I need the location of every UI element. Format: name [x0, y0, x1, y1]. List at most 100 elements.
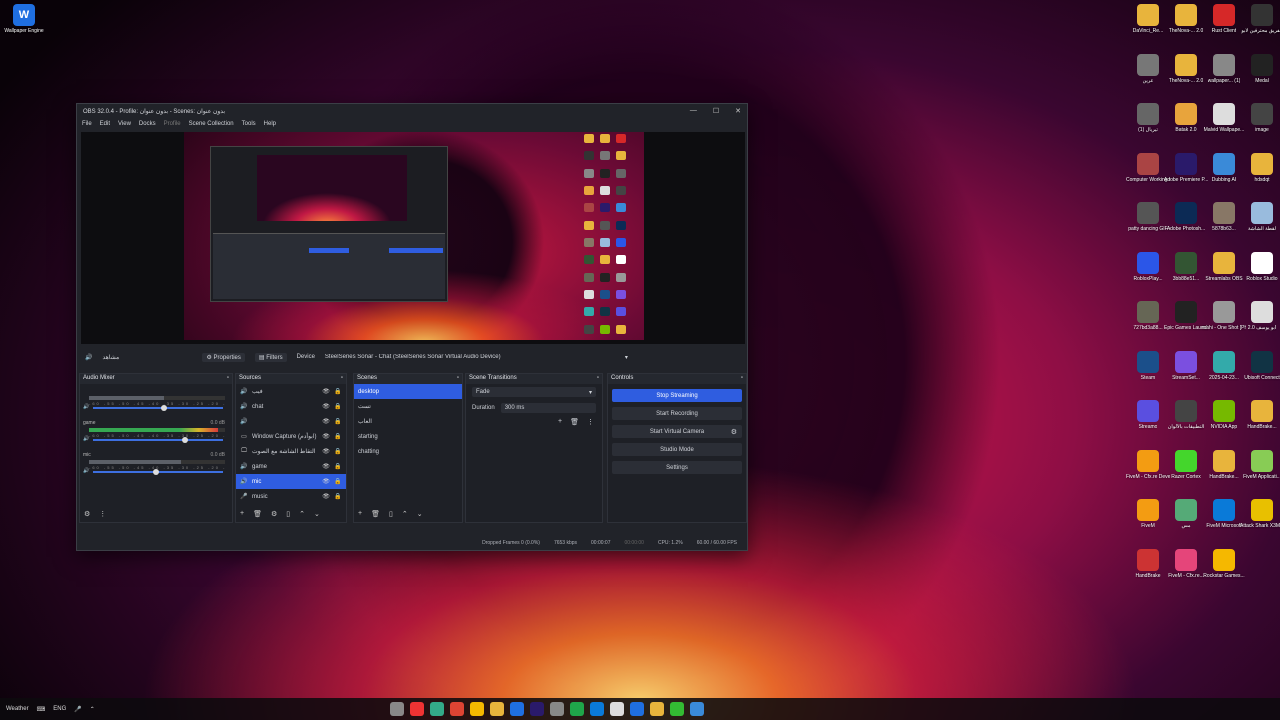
minimize-button[interactable]: — — [690, 107, 697, 115]
menu-docks[interactable]: Docks — [139, 121, 156, 127]
source-item[interactable]: ▭ Window Capture (ابوأدم) 👁 🔒 — [236, 429, 346, 444]
taskbar-app-icon[interactable] — [670, 702, 684, 716]
gear-icon[interactable]: ⚙ — [271, 510, 277, 518]
source-item[interactable]: 🔊 chat 👁 🔒 — [236, 399, 346, 414]
eye-icon[interactable]: 👁 — [322, 433, 330, 440]
desktop-icon[interactable]: أبو يوسف 2.0 — [1240, 301, 1280, 331]
taskbar-app-icon[interactable] — [450, 702, 464, 716]
scene-item[interactable]: chatting — [354, 444, 462, 459]
desktop-icon[interactable]: Roblox Studio — [1240, 251, 1280, 282]
menu-scene-collection[interactable]: Scene Collection — [189, 121, 234, 127]
menu-tools[interactable]: Tools — [242, 121, 256, 127]
desktop-icon[interactable]: HandBrake... — [1240, 400, 1280, 430]
desktop-icon-wallpaper-engine[interactable]: W Wallpaper Engine — [2, 4, 46, 34]
scene-item[interactable]: starting — [354, 429, 462, 444]
taskbar-app-icon[interactable] — [390, 702, 404, 716]
scene-item[interactable]: تست — [354, 399, 462, 414]
taskbar-app-icon[interactable] — [650, 702, 664, 716]
dock-float-icon[interactable]: ▫ — [597, 375, 599, 383]
add-icon[interactable]: + — [240, 510, 244, 518]
menu-profile[interactable]: Profile — [164, 121, 181, 127]
menu-file[interactable]: File — [82, 121, 92, 127]
taskbar-app-icon[interactable] — [550, 702, 564, 716]
trash-icon[interactable]: 🗑 — [570, 418, 579, 426]
preview-area[interactable] — [81, 132, 745, 344]
lock-icon[interactable]: 🔒 — [334, 493, 342, 500]
duration-input[interactable]: 300 ms — [500, 403, 596, 413]
source-item[interactable]: 🔊 game 👁 🔒 — [236, 459, 346, 474]
desktop-icon[interactable]: Medal — [1240, 53, 1280, 84]
chevron-up-icon[interactable]: ⌃ — [90, 706, 95, 713]
slider-knob[interactable] — [152, 469, 159, 475]
studio-mode-button[interactable]: Studio Mode — [612, 443, 742, 456]
desktop-icon[interactable]: Ubisoft Connect — [1240, 350, 1280, 381]
chevron-down-icon[interactable]: ⌄ — [314, 510, 320, 518]
gear-icon[interactable]: ⚙ — [84, 510, 90, 518]
dock-float-icon[interactable]: ▫ — [457, 375, 459, 383]
speaker-icon[interactable]: 🔊 — [83, 404, 89, 410]
taskbar-app-icon[interactable] — [410, 702, 424, 716]
scene-item[interactable]: desktop — [354, 384, 462, 399]
trash-icon[interactable]: 🗑 — [371, 510, 380, 518]
taskbar-app-icon[interactable] — [470, 702, 484, 716]
properties-button[interactable]: ⚙ Properties — [202, 352, 245, 362]
menu-edit[interactable]: Edit — [100, 121, 110, 127]
volume-slider[interactable] — [93, 469, 223, 475]
close-button[interactable]: ✕ — [735, 107, 741, 115]
lock-icon[interactable]: 🔒 — [334, 403, 342, 410]
source-item[interactable]: 🎤 music 👁 🔒 — [236, 489, 346, 504]
volume-slider[interactable] — [93, 437, 223, 443]
eye-icon[interactable]: 👁 — [322, 418, 330, 425]
menu-help[interactable]: Help — [264, 121, 276, 127]
desktop-icon[interactable]: Rockstar Games... — [1202, 548, 1246, 579]
lock-icon[interactable]: 🔒 — [334, 478, 342, 485]
scene-item[interactable]: العاب — [354, 414, 462, 429]
transition-type-select[interactable]: Fade ▾ — [472, 387, 596, 397]
trash-icon[interactable]: 🗑 — [253, 510, 262, 518]
speaker-icon[interactable]: 🔊 — [83, 468, 89, 474]
taskbar-app-icon[interactable] — [610, 702, 624, 716]
taskbar-app-icon[interactable] — [490, 702, 504, 716]
preview-canvas[interactable] — [184, 132, 644, 340]
taskbar-app-icon[interactable] — [630, 702, 644, 716]
lock-icon[interactable]: 🔒 — [334, 418, 342, 425]
filter-icon[interactable]: ▯ — [389, 510, 393, 518]
device-select[interactable]: SteelSeries Sonar - Chat (SteelSeries So… — [325, 354, 615, 360]
filters-button[interactable]: ▤ Filters — [254, 352, 287, 362]
dock-float-icon[interactable]: ▫ — [227, 375, 229, 383]
taskbar-app-icon[interactable] — [590, 702, 604, 716]
filter-icon[interactable]: ▯ — [286, 510, 290, 518]
add-icon[interactable]: + — [358, 510, 362, 518]
add-icon[interactable]: + — [558, 418, 562, 426]
source-item[interactable]: 🔊 فيب 👁 🔒 — [236, 384, 346, 399]
eye-icon[interactable]: 👁 — [322, 478, 330, 485]
source-item[interactable]: 🔊 mic 👁 🔒 — [236, 474, 346, 489]
taskbar-app-icon[interactable] — [510, 702, 524, 716]
slider-knob[interactable] — [161, 405, 168, 411]
gear-icon[interactable]: ⚙ — [731, 428, 737, 436]
language-indicator[interactable]: ENG — [53, 706, 66, 712]
eye-icon[interactable]: 👁 — [322, 463, 330, 470]
taskbar-app-icon[interactable] — [430, 702, 444, 716]
more-icon[interactable]: ⋮ — [99, 510, 106, 518]
dock-float-icon[interactable]: ▫ — [341, 375, 343, 383]
stop-streaming-button[interactable]: Stop Streaming — [612, 389, 742, 402]
desktop-icon[interactable]: image — [1240, 103, 1280, 133]
eye-icon[interactable]: 👁 — [322, 388, 330, 395]
speaker-icon[interactable]: 🔊 — [83, 436, 89, 442]
obs-window[interactable]: OBS 32.0.4 - Profile: بدون عنوان - Scene… — [76, 103, 748, 551]
slider-knob[interactable] — [182, 437, 189, 443]
volume-slider[interactable] — [93, 405, 223, 411]
weather-widget[interactable]: Weather — [6, 706, 29, 712]
maximize-button[interactable]: ☐ — [713, 107, 719, 115]
chevron-up-icon[interactable]: ⌃ — [402, 510, 408, 518]
desktop-icon[interactable]: hdsdqt — [1240, 152, 1280, 183]
source-item[interactable]: 🖵 التقاط الشاشة مع الصوت 👁 🔒 — [236, 444, 346, 459]
desktop-icon[interactable]: الفريق محترفين لابو — [1240, 4, 1280, 34]
taskbar-app-icon[interactable] — [570, 702, 584, 716]
chevron-up-icon[interactable]: ⌃ — [299, 510, 305, 518]
lock-icon[interactable]: 🔒 — [334, 463, 342, 470]
lock-icon[interactable]: 🔒 — [334, 433, 342, 440]
taskbar-app-icon[interactable] — [690, 702, 704, 716]
input-icon[interactable]: ⌨ — [37, 706, 46, 713]
